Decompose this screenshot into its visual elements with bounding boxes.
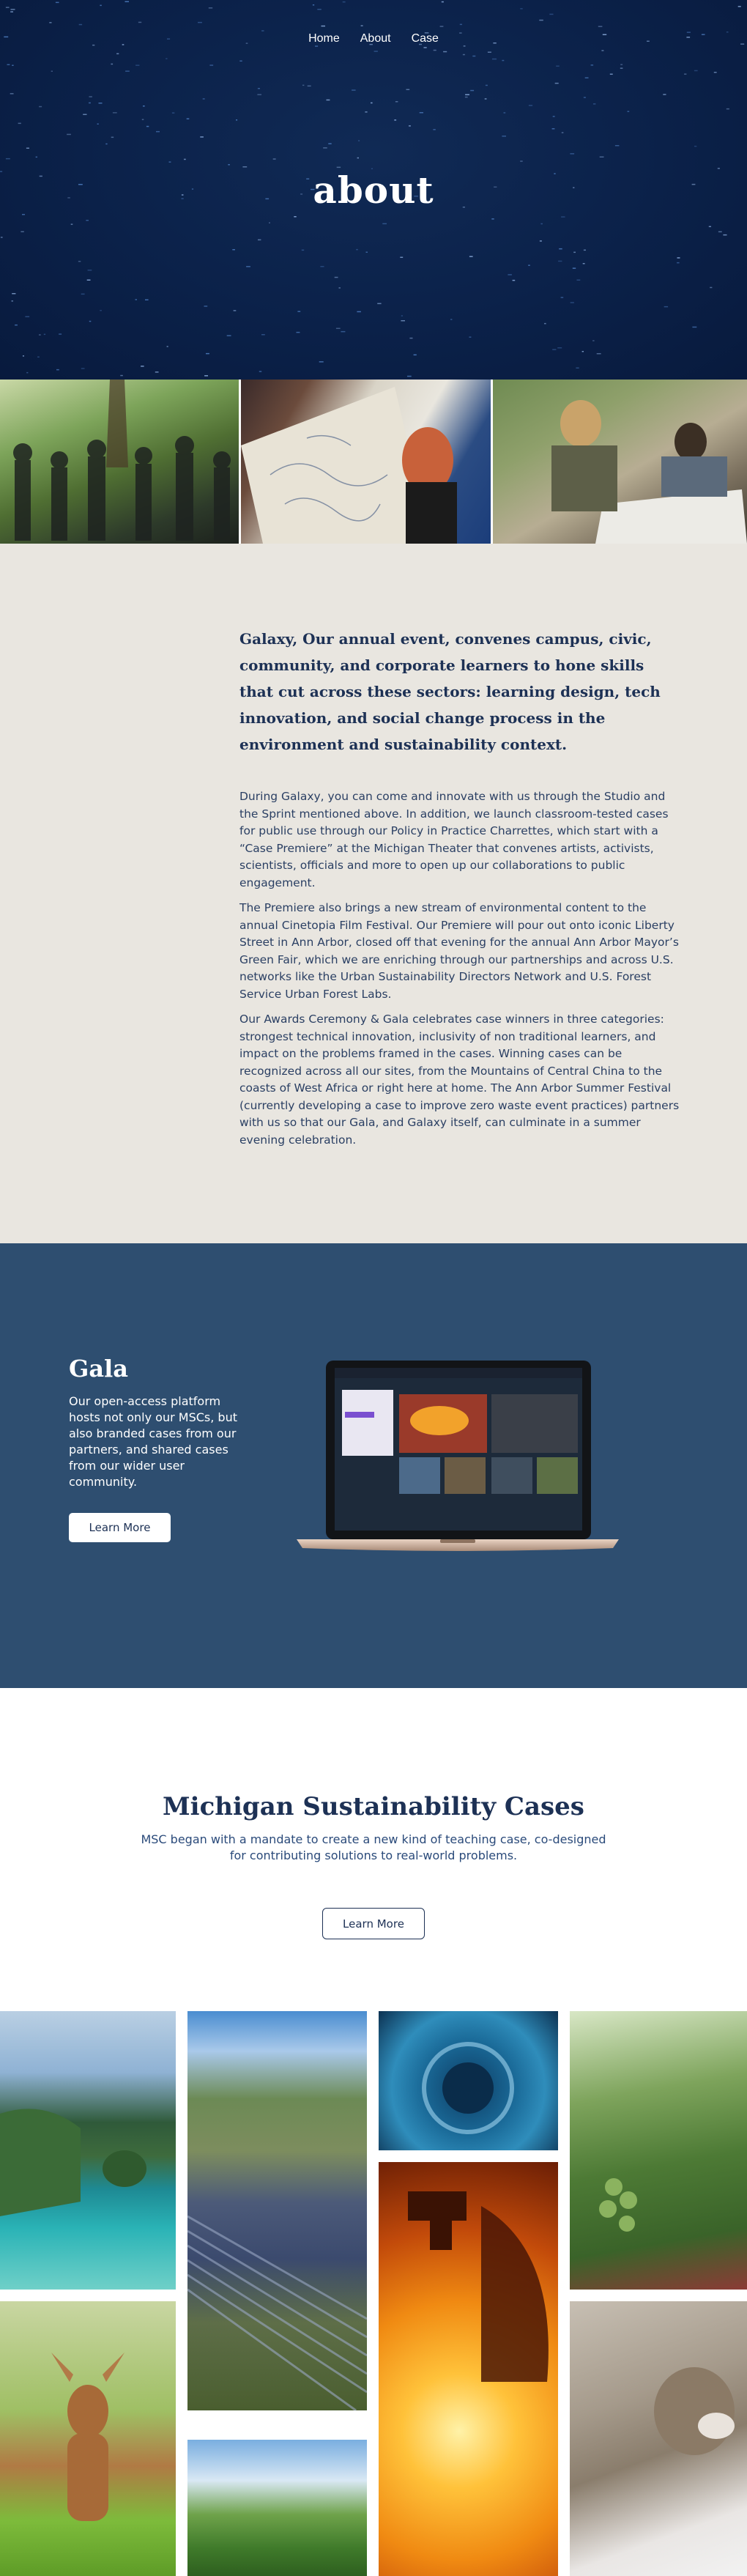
photo-wolf-in-snow (570, 2301, 747, 2576)
photo-green-berries (570, 2011, 747, 2290)
msc-subtitle: MSC began with a mandate to create a new… (141, 1832, 606, 1862)
about-body: During Galaxy, you can come and innovate… (239, 788, 683, 1157)
photo-water-tank (379, 2011, 558, 2150)
photo-farm-field (187, 2440, 367, 2576)
msc-learn-more-button[interactable]: Learn More (322, 1908, 425, 1939)
laptop-screenshot-image (297, 1361, 619, 1551)
gala-description: Our open-access platform hosts not only … (69, 1394, 237, 1489)
photo-strip (0, 380, 747, 544)
photo-group-under-tree (0, 380, 239, 544)
about-section: Galaxy, Our annual event, convenes campu… (0, 544, 747, 1243)
photo-water-tap-sunset (379, 2162, 558, 2576)
nav-link-about[interactable]: About (360, 32, 391, 45)
hero-banner: Home About Case about (0, 0, 747, 380)
gala-section: Gala Our open-access platform hosts not … (0, 1243, 747, 1688)
photo-tropical-island (0, 2011, 176, 2290)
gala-learn-more-button[interactable]: Learn More (69, 1513, 171, 1542)
photo-fawn (0, 2301, 176, 2576)
about-lead-heading: Galaxy, Our annual event, convenes campu… (239, 630, 661, 753)
msc-section: Michigan Sustainability Cases MSC began … (0, 1688, 747, 2011)
photo-field-research (493, 380, 747, 544)
msc-title: Michigan Sustainability Cases (163, 1792, 584, 1821)
about-paragraph: During Galaxy, you can come and innovate… (239, 790, 669, 889)
top-nav: Home About Case (0, 32, 747, 45)
about-paragraph: The Premiere also brings a new stream of… (239, 901, 679, 1001)
photo-gallery (0, 2011, 747, 2576)
nav-link-home[interactable]: Home (308, 32, 340, 45)
about-paragraph: Our Awards Ceremony & Gala celebrates ca… (239, 1013, 680, 1147)
photo-workshop-board (241, 380, 491, 544)
photo-solar-farm (187, 2011, 367, 2410)
nav-link-case[interactable]: Case (412, 32, 439, 45)
gala-title: Gala (69, 1355, 128, 1383)
page-title: about (313, 169, 434, 212)
